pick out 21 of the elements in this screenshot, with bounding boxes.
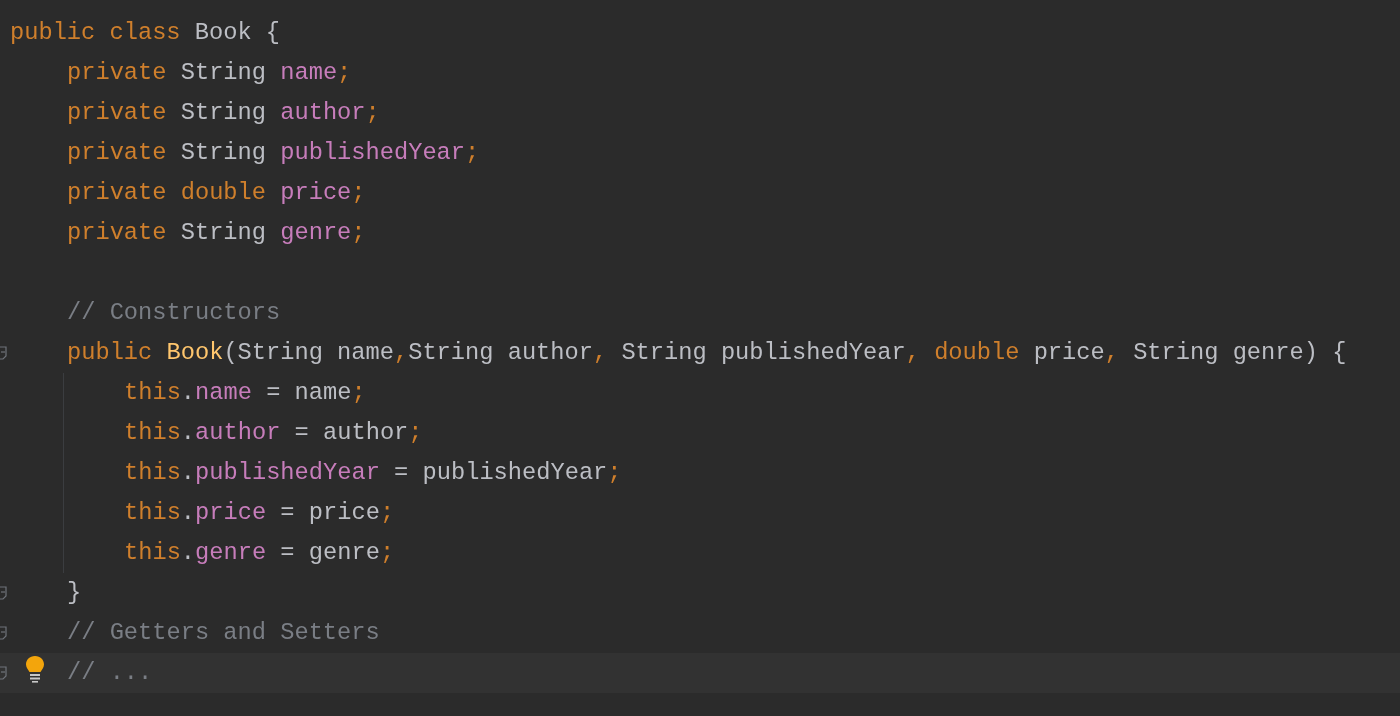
fold-marker-icon[interactable] — [0, 586, 7, 600]
code-line: this.name = name; — [124, 378, 366, 408]
code-line: public class Book { — [10, 18, 281, 48]
code-line: public Book(String name,String author, String publishedYear, double price, String genre) { — [67, 338, 1347, 368]
code-line: private String author; — [67, 98, 380, 128]
code-line: this.genre = genre; — [124, 538, 395, 568]
code-line: private String name; — [67, 58, 352, 88]
fold-marker-icon[interactable] — [0, 346, 7, 360]
code-line: private String genre; — [67, 218, 366, 248]
fold-marker-icon[interactable] — [0, 626, 7, 640]
code-line: // Getters and Setters — [67, 618, 380, 648]
code-line: private String publishedYear; — [67, 138, 480, 168]
code-line: // ... — [67, 658, 153, 688]
code-line: this.publishedYear = publishedYear; — [124, 458, 622, 488]
lightbulb-icon[interactable] — [25, 655, 45, 683]
code-line: this.price = price; — [124, 498, 395, 528]
code-line: // Constructors — [67, 298, 281, 328]
code-line: this.author = author; — [124, 418, 423, 448]
fold-marker-icon[interactable] — [0, 666, 7, 680]
code-line: } — [67, 578, 82, 608]
code-line: private double price; — [67, 178, 366, 208]
